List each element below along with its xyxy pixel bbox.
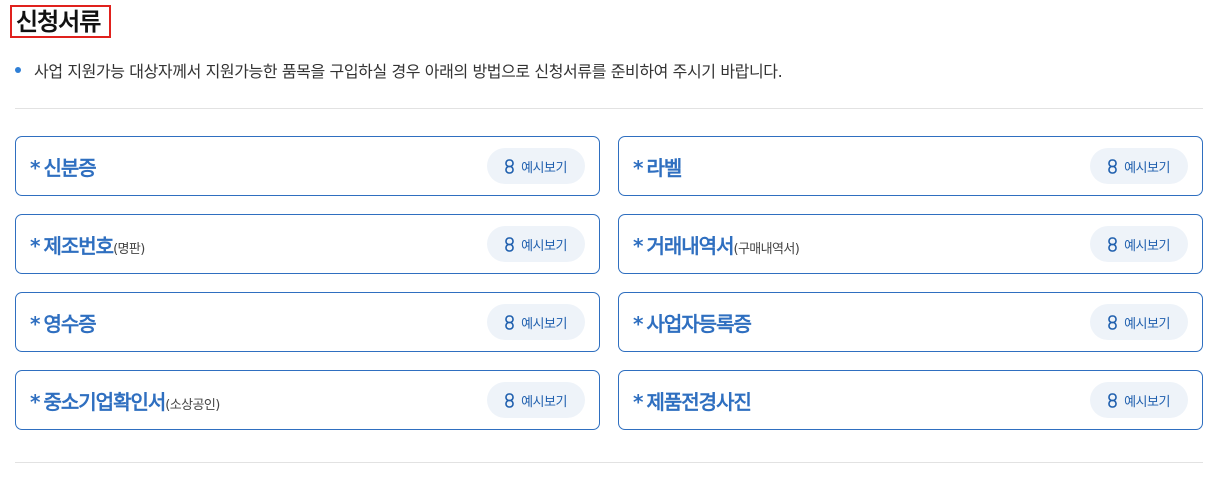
- link-icon: [1108, 392, 1117, 408]
- document-title: 제조번호: [43, 233, 114, 258]
- view-example-button[interactable]: 예시보기: [1090, 148, 1188, 184]
- required-star: *: [30, 233, 41, 258]
- required-documents-section: 신청서류 사업 지원가능 대상자께서 지원가능한 품목을 구입하실 경우 아래의…: [0, 0, 1212, 484]
- view-example-button[interactable]: 예시보기: [1090, 304, 1188, 340]
- view-example-button[interactable]: 예시보기: [1090, 382, 1188, 418]
- view-example-button[interactable]: 예시보기: [487, 226, 585, 262]
- required-star: *: [633, 389, 644, 414]
- view-example-label: 예시보기: [1124, 238, 1170, 254]
- view-example-button[interactable]: 예시보기: [1090, 226, 1188, 262]
- link-icon: [505, 158, 514, 174]
- view-example-button[interactable]: 예시보기: [487, 148, 585, 184]
- document-title: 라벨: [646, 155, 682, 180]
- document-card-product-photo: * 제품전경사진 예시보기: [618, 370, 1203, 430]
- document-label: * 신분증: [30, 152, 97, 181]
- top-divider: [15, 108, 1203, 109]
- title-highlight-box: 신청서류: [10, 5, 112, 38]
- required-star: *: [633, 155, 644, 180]
- document-label: * 제조번호 (명판): [30, 230, 145, 259]
- bullet-icon: [15, 67, 21, 73]
- document-label: * 거래내역서 (구매내역서): [633, 230, 800, 259]
- document-card-business-registration: * 사업자등록증 예시보기: [618, 292, 1203, 352]
- document-card-id-card: * 신분증 예시보기: [15, 136, 600, 196]
- document-label: * 제품전경사진: [633, 386, 752, 415]
- view-example-label: 예시보기: [1124, 394, 1170, 410]
- section-description: 사업 지원가능 대상자께서 지원가능한 품목을 구입하실 경우 아래의 방법으로…: [15, 58, 783, 82]
- view-example-button[interactable]: 예시보기: [487, 382, 585, 418]
- view-example-label: 예시보기: [521, 394, 567, 410]
- document-title: 거래내역서: [646, 233, 734, 258]
- document-grid: * 신분증 예시보기 * 라벨 예시보기 * 제조번호 (명판) 예시보기 * …: [15, 136, 1203, 430]
- link-icon: [505, 314, 514, 330]
- view-example-label: 예시보기: [521, 316, 567, 332]
- link-icon: [505, 236, 514, 252]
- document-title: 중소기업확인서: [43, 389, 166, 414]
- required-star: *: [30, 389, 41, 414]
- document-label: * 중소기업확인서 (소상공인): [30, 386, 220, 415]
- link-icon: [1108, 158, 1117, 174]
- required-star: *: [30, 311, 41, 336]
- document-card-receipt: * 영수증 예시보기: [15, 292, 600, 352]
- document-label: * 사업자등록증: [633, 308, 752, 337]
- document-card-label: * 라벨 예시보기: [618, 136, 1203, 196]
- required-star: *: [633, 311, 644, 336]
- bottom-divider: [15, 462, 1203, 463]
- link-icon: [505, 392, 514, 408]
- link-icon: [1108, 314, 1117, 330]
- document-title: 제품전경사진: [646, 389, 751, 414]
- view-example-label: 예시보기: [1124, 160, 1170, 176]
- document-title: 영수증: [43, 311, 96, 336]
- required-star: *: [633, 233, 644, 258]
- link-icon: [1108, 236, 1117, 252]
- document-subtitle: (구매내역서): [733, 241, 800, 257]
- document-title: 신분증: [43, 155, 96, 180]
- document-title: 사업자등록증: [646, 311, 751, 336]
- page-title: 신청서류: [16, 7, 101, 36]
- view-example-label: 예시보기: [1124, 316, 1170, 332]
- document-subtitle: (명판): [113, 241, 145, 257]
- view-example-label: 예시보기: [521, 238, 567, 254]
- description-text: 사업 지원가능 대상자께서 지원가능한 품목을 구입하실 경우 아래의 방법으로…: [34, 62, 783, 81]
- document-label: * 영수증: [30, 308, 97, 337]
- required-star: *: [30, 155, 41, 180]
- view-example-button[interactable]: 예시보기: [487, 304, 585, 340]
- view-example-label: 예시보기: [521, 160, 567, 176]
- document-card-serial-number: * 제조번호 (명판) 예시보기: [15, 214, 600, 274]
- document-label: * 라벨: [633, 152, 682, 181]
- document-card-sme-certificate: * 중소기업확인서 (소상공인) 예시보기: [15, 370, 600, 430]
- document-subtitle: (소상공인): [165, 397, 220, 413]
- document-card-transaction-statement: * 거래내역서 (구매내역서) 예시보기: [618, 214, 1203, 274]
